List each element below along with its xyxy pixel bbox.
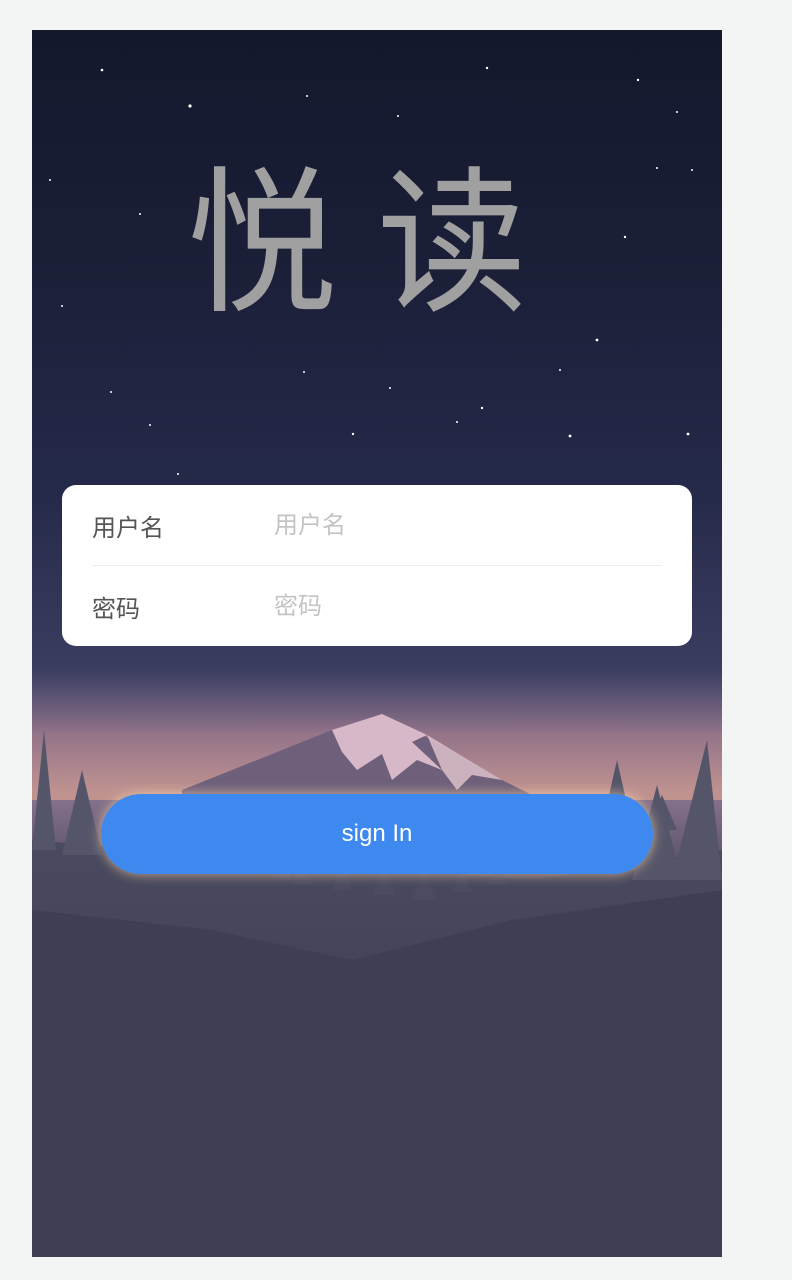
password-row: 密码 — [92, 565, 662, 646]
sign-in-button[interactable]: sign In — [101, 794, 653, 874]
password-label: 密码 — [92, 594, 140, 623]
username-row: 用户名 — [92, 485, 662, 565]
username-input[interactable] — [274, 511, 662, 539]
phone-screen: 悦读 用户名 密码 sign In — [32, 30, 722, 1257]
username-label: 用户名 — [92, 513, 164, 542]
login-form-card: 用户名 密码 — [62, 485, 692, 646]
password-input[interactable] — [274, 592, 662, 620]
app-logo: 悦读 — [186, 153, 567, 337]
